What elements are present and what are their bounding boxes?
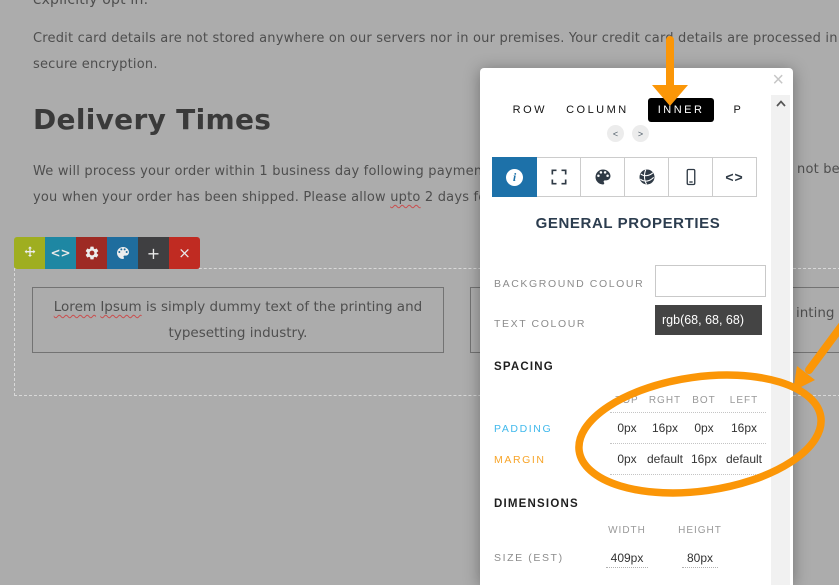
move-button[interactable] xyxy=(14,237,45,269)
paragraph-credit-line1: Credit card details are not stored anywh… xyxy=(33,31,839,46)
code-button[interactable]: <> xyxy=(45,237,76,269)
tab-column[interactable]: COLUMN xyxy=(566,104,629,116)
margin-label: MARGIN xyxy=(494,454,610,466)
move-icon xyxy=(22,245,38,261)
right-column-fragment: inting a xyxy=(796,305,839,321)
globe-icon xyxy=(637,167,657,187)
scroll-up-icon[interactable] xyxy=(775,99,787,108)
settings-button[interactable] xyxy=(76,237,107,269)
margin-bottom-value[interactable]: 16px xyxy=(686,452,722,466)
padding-bottom-value[interactable]: 0px xyxy=(686,421,722,435)
section-title: GENERAL PROPERTIES xyxy=(494,215,762,232)
padding-top-value[interactable]: 0px xyxy=(610,421,644,435)
padding-left-value[interactable]: 16px xyxy=(722,421,766,435)
screenshot-stage: { "page": { "clipped_top_line": "explici… xyxy=(0,0,839,585)
add-button[interactable]: + xyxy=(138,237,169,269)
margin-row: MARGIN 0px default 16px default xyxy=(494,444,762,475)
width-header: WIDTH xyxy=(592,525,662,536)
paragraph-delivery-fragment: not be xyxy=(797,162,839,177)
dimensions-title: DIMENSIONS xyxy=(494,498,579,510)
background-colour-label: BACKGROUND COLOUR xyxy=(494,278,644,290)
code-icon: <> xyxy=(50,246,70,260)
margin-right-value[interactable]: default xyxy=(644,452,686,466)
tab-colors[interactable] xyxy=(580,157,625,197)
height-value[interactable]: 80px xyxy=(682,549,718,568)
code-icon: <> xyxy=(725,169,743,185)
misspelled-word: upto xyxy=(390,190,420,205)
spacing-title: SPACING xyxy=(494,361,554,373)
page-title: Delivery Times xyxy=(33,103,271,136)
text-colour-label: TEXT COLOUR xyxy=(494,318,586,330)
mobile-icon xyxy=(681,167,701,187)
info-icon: i xyxy=(506,169,523,186)
properties-panel: × ROW COLUMN INNER P < > i xyxy=(480,68,793,585)
header-top: TOP xyxy=(610,395,644,406)
tab-responsive[interactable] xyxy=(668,157,713,197)
padding-right-value[interactable]: 16px xyxy=(644,421,686,435)
paragraph-delivery-line1: We will process your order within 1 busi… xyxy=(33,164,488,179)
gear-icon xyxy=(84,245,100,261)
padding-label: PADDING xyxy=(494,423,610,435)
clipped-paragraph: explicitly opt in. xyxy=(33,0,148,8)
paragraph-credit-line2: secure encryption. xyxy=(33,57,158,72)
style-button[interactable] xyxy=(107,237,138,269)
width-value[interactable]: 409px xyxy=(606,549,649,568)
tab-p[interactable]: P xyxy=(733,104,743,116)
property-icon-tabs: i <> xyxy=(493,157,757,197)
palette-icon xyxy=(115,245,131,261)
tab-general-info[interactable]: i xyxy=(492,157,537,197)
tab-layout[interactable] xyxy=(536,157,581,197)
padding-row: PADDING 0px 16px 0px 16px xyxy=(494,413,762,444)
paragraph-delivery-line2: you when your order has been shipped. Pl… xyxy=(33,190,486,205)
spacing-table: TOP RGHT BOT LEFT PADDING 0px 16px 0px 1… xyxy=(494,388,762,475)
text-colour-swatch[interactable]: rgb(68, 68, 68) xyxy=(655,305,762,335)
delete-button[interactable]: × xyxy=(169,237,200,269)
tab-pager: < > xyxy=(494,125,762,142)
close-icon: × xyxy=(178,244,191,262)
palette-icon xyxy=(593,167,613,187)
header-bottom: BOT xyxy=(686,395,722,406)
height-header: HEIGHT xyxy=(665,525,735,536)
plus-icon: + xyxy=(147,244,160,263)
element-tabs: ROW COLUMN INNER P xyxy=(494,98,762,121)
tab-row[interactable]: ROW xyxy=(513,104,547,116)
margin-left-value[interactable]: default xyxy=(722,452,766,466)
lorem-line2: typesetting industry. xyxy=(33,320,443,346)
tab-code[interactable]: <> xyxy=(712,157,757,197)
prev-arrow-icon[interactable]: < xyxy=(607,125,624,142)
panel-scrollbar[interactable] xyxy=(771,95,790,585)
lorem-text-block[interactable]: Lorem Ipsum is simply dummy text of the … xyxy=(32,287,444,353)
margin-top-value[interactable]: 0px xyxy=(610,452,644,466)
background-colour-input[interactable] xyxy=(655,265,766,297)
expand-icon xyxy=(549,167,569,187)
spacing-header-row: TOP RGHT BOT LEFT xyxy=(494,388,762,413)
lorem-line1: Lorem Ipsum is simply dummy text of the … xyxy=(33,294,443,320)
size-est-label: SIZE (EST) xyxy=(494,552,564,564)
element-toolbar: <> + × xyxy=(14,237,200,269)
next-arrow-icon[interactable]: > xyxy=(632,125,649,142)
header-left: LEFT xyxy=(722,395,766,406)
tab-inner[interactable]: INNER xyxy=(648,98,715,122)
tab-global[interactable] xyxy=(624,157,669,197)
header-right: RGHT xyxy=(644,395,686,406)
panel-close-icon[interactable]: × xyxy=(772,69,784,92)
